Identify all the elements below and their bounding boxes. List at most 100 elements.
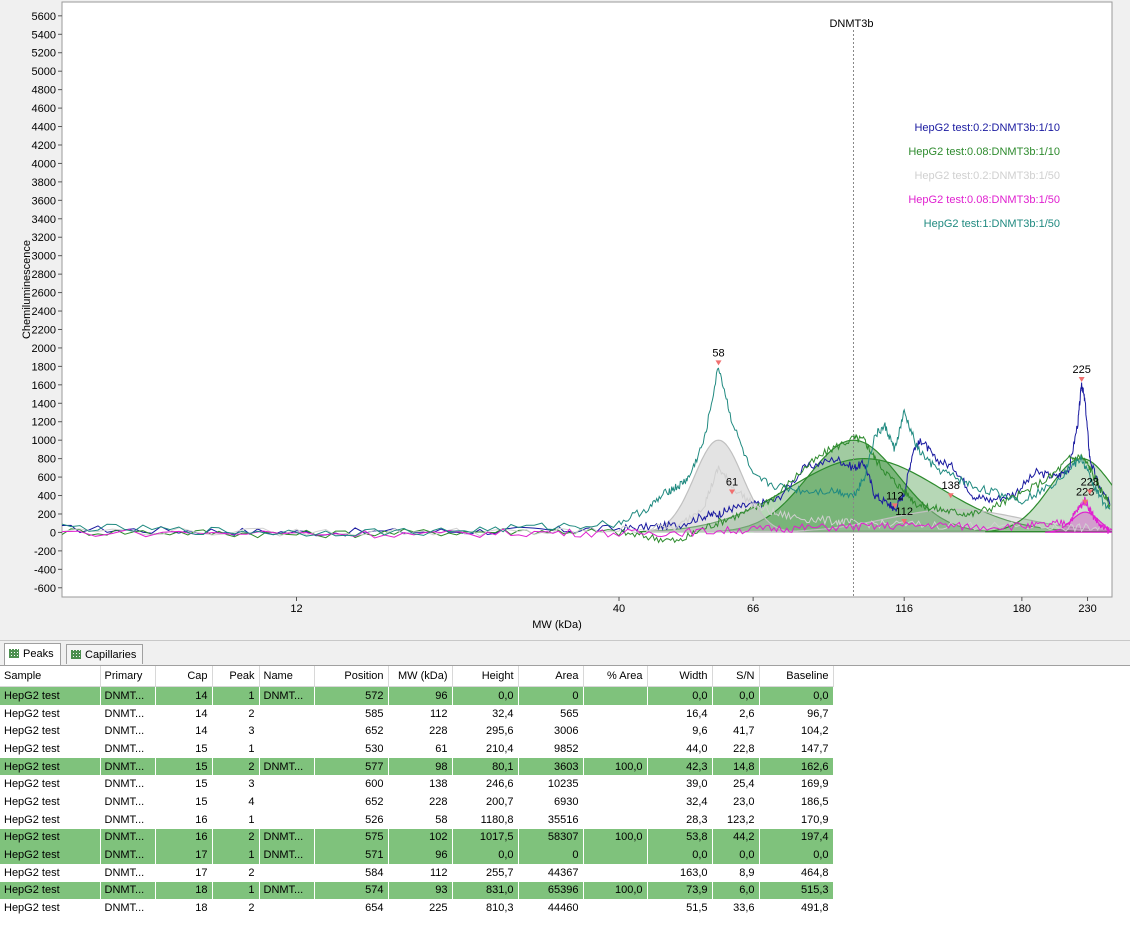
table-cell: 3006	[518, 722, 584, 741]
y-tick-label: 5600	[32, 11, 56, 23]
table-cell: 15	[155, 793, 213, 811]
table-row[interactable]: HepG2 test DNMT... 14 1 DNMT... 572 96 0,0 0 0,0 0…	[0, 686, 834, 705]
tab-bar: Peaks Capillaries	[0, 643, 1130, 666]
table-cell: 515,3	[759, 881, 834, 900]
table-cell: 491,8	[759, 899, 834, 917]
table-cell: 73,9	[647, 881, 713, 900]
y-tick-label: 600	[38, 472, 56, 484]
table-row[interactable]: HepG2 test DNMT... 18 1 DNMT... 574 93 831,0 653…	[0, 881, 834, 900]
table-cell: 1	[212, 846, 260, 864]
table-cell: 584	[314, 863, 389, 882]
table-cell: DNMT...	[259, 757, 315, 776]
y-tick-label: 4800	[32, 85, 56, 97]
table-cell: 1180,8	[452, 810, 519, 829]
table-cell	[583, 775, 648, 794]
table-cell: 14	[155, 722, 213, 741]
y-tick-label: 3200	[32, 232, 56, 244]
table-cell: HepG2 test	[0, 810, 101, 829]
x-tick-label: 180	[1013, 603, 1031, 615]
y-tick-label: 4000	[32, 158, 56, 170]
table-cell	[259, 722, 315, 741]
y-tick-label: 5000	[32, 66, 56, 78]
x-tick-label: 66	[747, 603, 759, 615]
table-cell: 2	[212, 863, 260, 882]
table-cell: 6,0	[712, 881, 760, 900]
table-cell: 93	[388, 881, 453, 900]
table-cell: 2	[212, 899, 260, 917]
table-cell: 228	[388, 722, 453, 741]
column-header--area[interactable]: % Area	[583, 666, 648, 687]
table-cell: 1	[212, 740, 260, 758]
table-cell: 14,8	[712, 757, 760, 776]
table-row[interactable]: HepG2 test DNMT... 17 2 584 112 255,7 44367 163,…	[0, 863, 834, 882]
table-cell: HepG2 test	[0, 686, 101, 705]
table-cell: 225	[388, 899, 453, 917]
table-cell: 32,4	[452, 704, 519, 723]
table-cell: 10235	[518, 775, 584, 794]
column-header-primary[interactable]: Primary	[100, 666, 156, 687]
y-tick-label: 5400	[32, 29, 56, 41]
table-row[interactable]: HepG2 test DNMT... 16 2 DNMT... 575 102 1017,5 5…	[0, 828, 834, 847]
table-cell: 577	[314, 757, 389, 776]
column-header-area[interactable]: Area	[518, 666, 584, 687]
table-cell: 2	[212, 828, 260, 847]
table-cell: 526	[314, 810, 389, 829]
y-tick-label: 2800	[32, 269, 56, 281]
column-header-sample[interactable]: Sample	[0, 666, 101, 687]
table-cell: 65396	[518, 881, 584, 900]
table-cell: 16,4	[647, 704, 713, 723]
table-cell: 102	[388, 828, 453, 847]
column-header-cap[interactable]: Cap	[155, 666, 213, 687]
peak-label: 112	[886, 490, 904, 502]
table-cell: 112	[388, 863, 453, 882]
table-cell: 15	[155, 740, 213, 758]
table-row[interactable]: HepG2 test DNMT... 15 1 530 61 210,4 9852 44,0 22…	[0, 740, 834, 758]
table-row[interactable]: HepG2 test DNMT... 14 3 652 228 295,6 3006 9,6 41…	[0, 722, 834, 741]
tab-peaks[interactable]: Peaks	[4, 643, 61, 665]
table-row[interactable]: HepG2 test DNMT... 14 2 585 112 32,4 565 16,4 2,6…	[0, 704, 834, 723]
table-cell: DNMT...	[259, 828, 315, 847]
column-header-name[interactable]: Name	[259, 666, 315, 687]
tab-capillaries[interactable]: Capillaries	[66, 644, 144, 664]
table-row[interactable]: HepG2 test DNMT... 15 2 DNMT... 577 98 80,1 3603…	[0, 757, 834, 776]
table-cell: 100,0	[583, 881, 648, 900]
table-row[interactable]: HepG2 test DNMT... 17 1 DNMT... 571 96 0,0 0 0,0 0…	[0, 846, 834, 864]
column-header-height[interactable]: Height	[452, 666, 519, 687]
table-cell	[259, 810, 315, 829]
column-header-peak[interactable]: Peak	[212, 666, 260, 687]
table-cell: 170,9	[759, 810, 834, 829]
y-tick-label: 2600	[32, 288, 56, 300]
column-header-baseline[interactable]: Baseline	[759, 666, 834, 687]
table-cell: DNMT...	[100, 704, 156, 723]
table-cell: 1	[212, 881, 260, 900]
table-cell: 575	[314, 828, 389, 847]
table-row[interactable]: HepG2 test DNMT... 18 2 654 225 810,3 44460 51,5…	[0, 899, 834, 917]
table-cell: 104,2	[759, 722, 834, 741]
y-tick-label: 2400	[32, 306, 56, 318]
table-cell: 0,0	[647, 686, 713, 705]
table-cell: 810,3	[452, 899, 519, 917]
table-cell: HepG2 test	[0, 722, 101, 741]
y-tick-label: -400	[34, 564, 56, 576]
y-axis-title: Chemiluminescence	[21, 240, 33, 339]
column-header-position[interactable]: Position	[314, 666, 389, 687]
table-cell: HepG2 test	[0, 899, 101, 917]
table-cell: DNMT...	[100, 899, 156, 917]
table-cell: DNMT...	[100, 686, 156, 705]
y-tick-label: 2200	[32, 324, 56, 336]
table-cell: 18	[155, 899, 213, 917]
table-row[interactable]: HepG2 test DNMT... 15 4 652 228 200,7 6930 32,4 2…	[0, 793, 834, 811]
table-header-row: Sample Primary Cap Peak Name Position MW (kDa)…	[0, 666, 834, 687]
table-cell: 16	[155, 828, 213, 847]
column-header-s-n[interactable]: S/N	[712, 666, 760, 687]
electropherogram-chart: DNMT3b5861112112138225228228-600-400-200…	[21, 1, 1113, 631]
table-cell: 44460	[518, 899, 584, 917]
column-header-mw-kda[interactable]: MW (kDa)	[388, 666, 453, 687]
column-header-width[interactable]: Width	[647, 666, 713, 687]
x-tick-label: 230	[1078, 603, 1096, 615]
table-cell: HepG2 test	[0, 740, 101, 758]
table-row[interactable]: HepG2 test DNMT... 16 1 526 58 1180,8 35516 28,3…	[0, 810, 834, 829]
table-cell: 464,8	[759, 863, 834, 882]
table-cell: 8,9	[712, 863, 760, 882]
table-row[interactable]: HepG2 test DNMT... 15 3 600 138 246,6 10235 39,0…	[0, 775, 834, 794]
